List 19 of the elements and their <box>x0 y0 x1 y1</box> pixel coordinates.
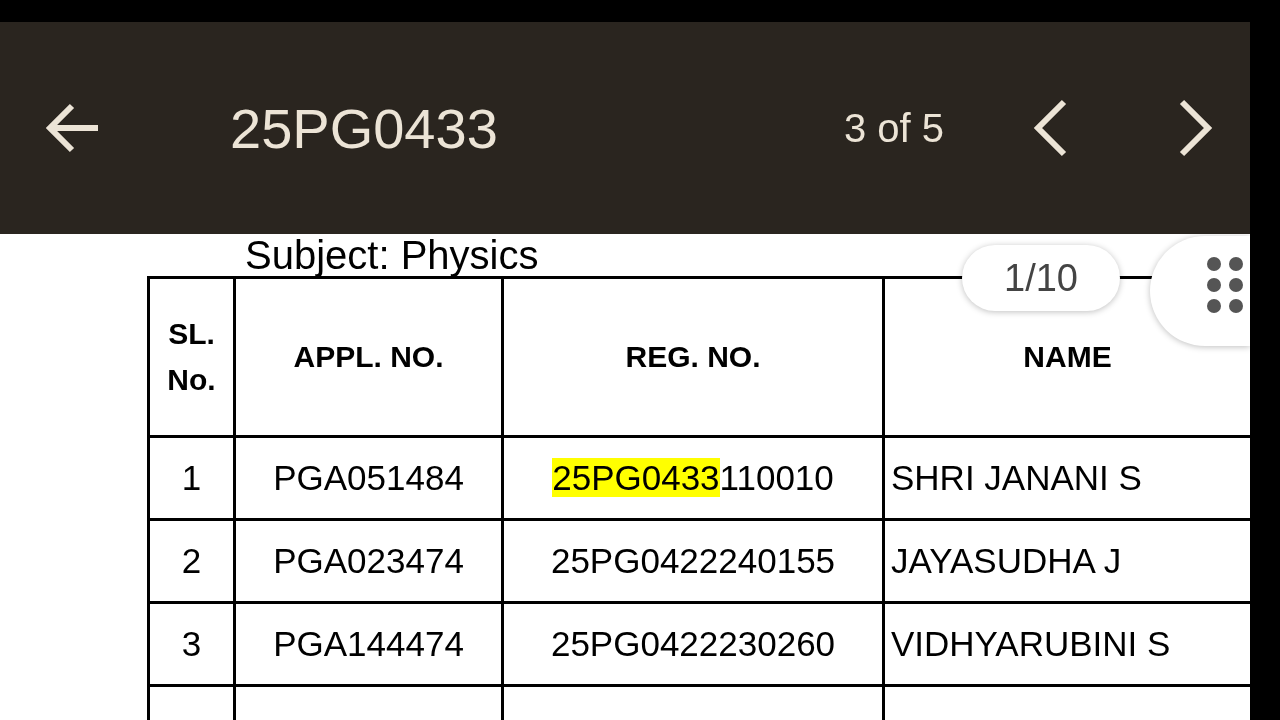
table-cell: PGA051484 <box>234 436 503 520</box>
match-count: 3 of 5 <box>843 105 944 151</box>
column-header: SL. No. <box>148 277 235 437</box>
search-query: 25PG0433 <box>230 95 499 161</box>
table-cell: 2 <box>148 519 235 603</box>
table-cell: 25PG0422230260 <box>502 602 884 686</box>
table-cell: 3 <box>148 602 235 686</box>
column-header: REG. NO. <box>502 277 884 437</box>
table-cell: 25PG0422240155 <box>502 519 884 603</box>
table-cell: 25PG0433110010 <box>502 436 884 520</box>
subject-heading: Subject: Physics <box>245 234 540 276</box>
page-indicator: 1/10 <box>962 245 1120 311</box>
chevron-left-icon <box>1032 98 1068 158</box>
column-header: APPL. NO. <box>234 277 503 437</box>
chevron-right-icon <box>1178 98 1214 158</box>
table-cell: 1 <box>148 436 235 520</box>
drag-dots-icon <box>1206 256 1246 314</box>
table-cell: PGA144474 <box>234 602 503 686</box>
table-cell: PGA023474 <box>234 519 503 603</box>
